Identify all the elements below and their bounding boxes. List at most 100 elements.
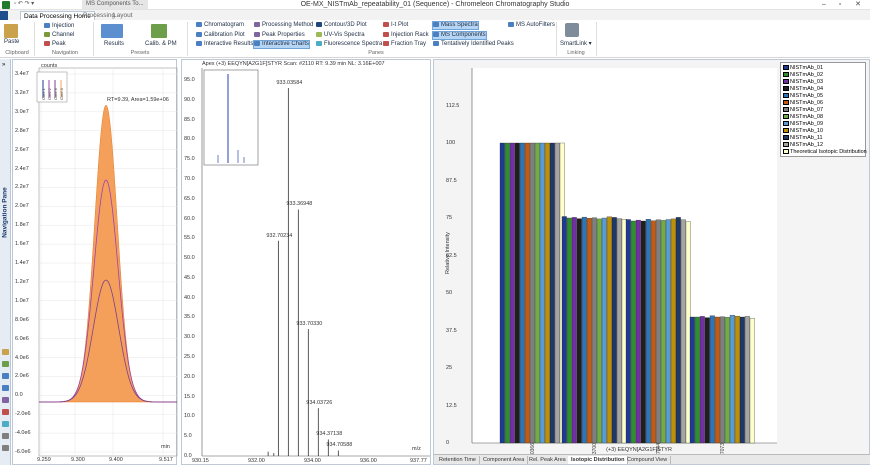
autofilter-icon: [508, 22, 514, 27]
peak-label: 934.03726: [306, 400, 333, 407]
legend-item: NISTmAb_09: [783, 121, 823, 128]
sequence-icon[interactable]: [2, 361, 9, 367]
interactive-results-button[interactable]: Interactive Results: [196, 41, 253, 48]
paste-button[interactable]: Paste: [4, 39, 19, 46]
peak-label: 934.70588: [326, 442, 353, 449]
chart-icon[interactable]: [2, 385, 9, 391]
method-icon[interactable]: [2, 409, 9, 415]
tab-rel-peak-area[interactable]: Rel. Peak Area: [526, 456, 570, 464]
interactive-charts-button[interactable]: Interactive Charts: [252, 40, 311, 49]
channel-button[interactable]: Channel: [44, 32, 74, 39]
uv-vis-spectra-button[interactable]: UV-Vis Spectra: [316, 32, 365, 39]
isotopic-bar: [519, 142, 525, 444]
y-tick-label: 20.0: [184, 373, 195, 380]
isotopic-bar: [571, 217, 577, 444]
ms-components-button[interactable]: MS Components: [432, 31, 487, 40]
peak-annotation: RT=9.39, Area=1.59e+06: [107, 97, 169, 103]
navigation-pane-collapsed[interactable]: » Navigation Pane: [0, 59, 11, 465]
legend-item: NISTmAb_07: [783, 107, 823, 114]
tab-compound-view[interactable]: Compound View: [624, 456, 672, 464]
file-menu-button[interactable]: [0, 11, 8, 20]
maximize-button[interactable]: ▫: [834, 1, 846, 9]
peak-properties-button[interactable]: Peak Properties: [254, 32, 305, 39]
peak-icon: [44, 41, 50, 46]
y-tick-label: 87.5: [446, 177, 457, 184]
chart-tabs: Retention Time Component Area Rel. Peak …: [434, 454, 870, 464]
results-button[interactable]: Results: [104, 41, 124, 48]
i-t-plot-icon: [383, 22, 389, 27]
isotopic-bar: [586, 218, 592, 444]
y-tick-label: 85.0: [184, 116, 195, 123]
results-icon[interactable]: [101, 24, 123, 38]
calibration-plot-button[interactable]: Calibration Plot: [196, 32, 245, 39]
isotopic-bar: [655, 219, 661, 444]
peak-label: 932.70234: [266, 232, 293, 239]
legend-swatch: [783, 142, 789, 148]
y-tick-label: 8.0e6: [15, 316, 29, 323]
legend-label: NISTmAb_07: [790, 107, 824, 113]
x-tick-label: 9.400: [109, 457, 123, 463]
legend-swatch: [783, 149, 789, 155]
isotopic-bar: [566, 217, 572, 444]
peak-button[interactable]: Peak: [44, 41, 66, 48]
calibration-plot-icon: [196, 32, 202, 37]
isotopic-bar: [709, 315, 715, 444]
isotopic-legend: NISTmAb_01 NISTmAb_02 NISTmAb_03 NISTmAb_04…: [780, 62, 867, 157]
tab-layout[interactable]: Layout: [110, 11, 136, 20]
chevron-right-icon[interactable]: »: [2, 62, 5, 68]
settings-icon[interactable]: [2, 445, 9, 451]
clipboard-group-label: Clipboard: [5, 50, 29, 56]
legend-item: NISTmAb_12: [783, 142, 823, 149]
legend-item: NISTmAb_03: [783, 79, 823, 86]
i-t-plot-button[interactable]: I-t Plot: [383, 22, 408, 29]
legend-item: NISTmAb_06: [783, 100, 823, 107]
isotopic-bar: [554, 142, 560, 444]
mass-spectra-button[interactable]: Mass Spectra: [432, 21, 479, 30]
chromatogram-pane[interactable]: Conf 1 Conf 2 Conf 3 Conf 4 counts RT=9.39,…: [12, 59, 178, 466]
legend-swatch: [783, 72, 789, 78]
spectrum-inset: [203, 69, 259, 166]
tab-retention-time[interactable]: Retention Time: [436, 456, 480, 464]
fraction-tray-button[interactable]: Fraction Tray: [383, 41, 426, 48]
x-unit-label: m/z: [412, 446, 421, 452]
isotopic-bar: [714, 316, 720, 444]
folder-icon[interactable]: [2, 349, 9, 355]
calib-pm-button[interactable]: Calib. & PM: [145, 41, 177, 48]
y-tick-label: 3.2e7: [15, 89, 29, 96]
tools-icon[interactable]: [2, 433, 9, 439]
y-tick-label: 50.0: [184, 255, 195, 262]
x-tick-label: 934.00: [304, 458, 321, 464]
isotopic-bar: [616, 218, 622, 444]
chromatogram-plot[interactable]: Conf 1 Conf 2 Conf 3 Conf 4: [13, 60, 178, 466]
injection-button[interactable]: Injection: [44, 23, 74, 30]
y-tick-label: 0.0: [184, 453, 192, 459]
legend-swatch: [783, 121, 789, 127]
smartlink-button[interactable]: SmartLink ▾: [560, 41, 592, 48]
close-button[interactable]: ✕: [852, 1, 864, 9]
tentatively-identified-peaks-button[interactable]: Tentatively Identified Peaks: [433, 41, 514, 48]
y-tick-label: 5.0: [184, 433, 192, 440]
contour-icon: [316, 22, 322, 27]
fluorescence-spectra-button[interactable]: Fluorescence Spectra: [316, 41, 382, 48]
smartlink-icon[interactable]: [565, 23, 579, 37]
isotopic-bar: [640, 220, 646, 444]
group-separator: [556, 22, 557, 56]
minimize-button[interactable]: –: [818, 1, 830, 9]
tab-isotopic-distribution[interactable]: Isotopic Distribution: [568, 456, 629, 464]
calibration-icon[interactable]: [151, 24, 167, 38]
mass-spectrum-pane[interactable]: Apex (+3) EEQYN[A2G1F]STYR Scan: #2110 R…: [181, 59, 431, 465]
y-tick-label: 50: [446, 290, 453, 296]
report-icon[interactable]: [2, 397, 9, 403]
ms-autofilters-button[interactable]: MS AutoFilters: [508, 22, 555, 29]
injection-rack-button[interactable]: Injection Rack: [383, 32, 429, 39]
chromatogram-button[interactable]: Chromatogram: [196, 22, 244, 29]
contour-3d-plot-button[interactable]: Contour/3D Plot: [316, 22, 367, 29]
y-tick-label: 2.0e7: [15, 203, 29, 210]
data-icon[interactable]: [2, 373, 9, 379]
paste-icon[interactable]: [4, 24, 18, 38]
tab-component-area[interactable]: Component Area: [480, 456, 529, 464]
instrument-icon[interactable]: [2, 421, 9, 427]
legend-item: NISTmAb_08: [783, 114, 823, 121]
x-tick-label: 932.00: [248, 458, 265, 464]
processing-method-button[interactable]: Processing Method: [254, 22, 313, 29]
